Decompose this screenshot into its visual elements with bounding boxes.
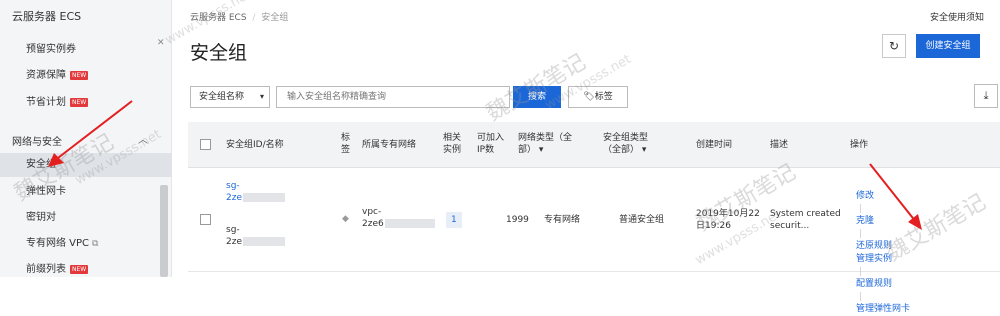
redacted-block xyxy=(243,237,285,246)
th-net-type-1: 网络类型（全 xyxy=(518,133,573,143)
export-button[interactable]: ⤓ xyxy=(974,84,998,108)
desc-line-2: securit... xyxy=(770,221,810,231)
sidebar-item-label: 节省计划 xyxy=(26,97,66,108)
th-tag-text: 标签 xyxy=(341,133,351,155)
sidebar-item-label: 密钥对 xyxy=(26,212,56,223)
sidebar-item-label: 预留实例券 xyxy=(26,44,76,55)
th-sg-type-1: 安全组类型 xyxy=(603,133,649,143)
sidebar-item-reserved-instances[interactable]: 预留实例券 xyxy=(0,38,172,62)
th-tag: 标签 xyxy=(341,132,351,156)
table-header: 安全组ID/名称 标签 所属专有网络 相关实例 可加入 IP数 网络类型（全 部） … xyxy=(188,122,1000,168)
caret-down-icon: ▾ xyxy=(641,145,647,155)
security-notice-link[interactable]: 安全使用须知 xyxy=(930,10,984,23)
download-icon: ⤓ xyxy=(983,89,989,102)
new-badge: NEW xyxy=(70,97,89,107)
sidebar-item-keypair[interactable]: 密钥对 xyxy=(0,206,172,230)
search-field-select[interactable]: 安全组名称 ▾ xyxy=(190,86,270,108)
th-net-type-2: 部） xyxy=(518,145,537,155)
row-checkbox[interactable] xyxy=(200,214,211,225)
tag-button-label: 标签 xyxy=(594,92,613,102)
new-badge: NEW xyxy=(70,70,89,80)
th-related-2: 实例 xyxy=(443,145,462,155)
create-security-group-button[interactable]: 创建安全组 xyxy=(916,34,980,58)
sg-id-line-1[interactable]: sg- xyxy=(226,180,285,192)
security-group-type: 普通安全组 xyxy=(619,215,665,225)
th-vpc: 所属专有网络 xyxy=(362,140,417,150)
new-badge: NEW xyxy=(70,264,89,274)
th-sg-type-2: （全部） xyxy=(603,145,640,155)
th-avail-1: 可加入 xyxy=(477,133,505,143)
th-related-1: 相关 xyxy=(443,133,462,143)
sidebar-title: 云服务器 ECS xyxy=(12,10,82,23)
page-title: 安全组 xyxy=(190,42,248,64)
th-created: 创建时间 xyxy=(696,140,733,150)
tag-icon: 🏷 xyxy=(583,92,595,102)
redacted-block xyxy=(384,219,435,228)
breadcrumb-current: 安全组 xyxy=(261,13,289,23)
th-sg-type[interactable]: 安全组类型 （全部） ▾ xyxy=(603,132,648,156)
sidebar-item-label: 前缀列表 xyxy=(26,264,66,275)
main-content: 云服务器 ECS / 安全组 安全使用须知 安全组 ↻ 创建安全组 安全组名称 … xyxy=(172,0,1000,314)
separator: | xyxy=(859,204,863,214)
sidebar-item-label: 资源保障 xyxy=(26,70,66,81)
tag-icon[interactable]: ◆ xyxy=(342,213,349,225)
manage-eni-link[interactable]: 管理弹性网卡 xyxy=(856,303,910,316)
refresh-button[interactable]: ↻ xyxy=(882,34,906,58)
external-link-icon: ⧉ xyxy=(92,239,99,249)
sidebar-item-label: 专有网络 VPC xyxy=(26,238,90,249)
select-all-checkbox[interactable] xyxy=(200,139,211,150)
refresh-icon: ↻ xyxy=(888,39,900,53)
related-instances-count[interactable]: 1 xyxy=(446,212,462,228)
sidebar-item-prefix-list[interactable]: 前缀列表 NEW xyxy=(0,258,172,282)
th-desc: 描述 xyxy=(770,140,789,150)
separator: | xyxy=(859,292,863,302)
sg-name-line-2: 2ze xyxy=(226,237,242,247)
sidebar-group-network-security[interactable]: 网络与安全 xyxy=(12,133,62,148)
related-instances[interactable]: 1 xyxy=(446,212,462,228)
vpc-id: vpc- 2ze6 xyxy=(362,206,435,230)
security-group-id[interactable]: sg- 2ze xyxy=(226,180,285,204)
breadcrumb-separator: / xyxy=(252,13,256,23)
th-id-name: 安全组ID/名称 xyxy=(226,140,284,150)
search-field-select-value: 安全组名称 xyxy=(199,92,245,102)
network-type: 专有网络 xyxy=(544,215,581,225)
th-avail-ip: 可加入 IP数 xyxy=(477,132,504,156)
table-row: sg- 2ze sg- 2ze ◆ vpc- 2ze6 1 1999 专有网络 … xyxy=(188,168,1000,314)
sg-id-line-2[interactable]: 2ze xyxy=(226,193,242,203)
th-network-type[interactable]: 网络类型（全 部） ▾ xyxy=(518,132,572,156)
sidebar-item-savings-plan[interactable]: 节省计划 NEW xyxy=(0,91,172,115)
search-input[interactable] xyxy=(276,86,510,108)
caret-down-icon: ▾ xyxy=(538,145,544,155)
available-ip-count: 1999 xyxy=(506,215,529,225)
separator: | xyxy=(859,267,863,277)
sidebar-scrollbar[interactable] xyxy=(160,185,168,277)
config-rules-link[interactable]: 配置规则 xyxy=(856,278,910,291)
separator: | xyxy=(859,229,863,239)
sidebar-item-vpc[interactable]: 专有网络 VPC ⧉ xyxy=(0,232,172,256)
sidebar-item-resource-guarantee[interactable]: 资源保障 NEW xyxy=(0,64,172,88)
th-related: 相关 实例 xyxy=(443,132,461,156)
redacted-block xyxy=(243,193,285,202)
th-ops: 操作 xyxy=(850,140,869,150)
security-group-name: sg- 2ze xyxy=(226,224,285,248)
th-avail-2: IP数 xyxy=(477,145,495,155)
chevron-down-icon: ▾ xyxy=(259,92,264,101)
modify-link[interactable]: 修改 xyxy=(856,190,910,203)
sg-name-line-1: sg- xyxy=(226,225,240,235)
vpc-line-1: vpc- xyxy=(362,207,382,217)
vpc-line-2: 2ze6 xyxy=(362,219,384,229)
